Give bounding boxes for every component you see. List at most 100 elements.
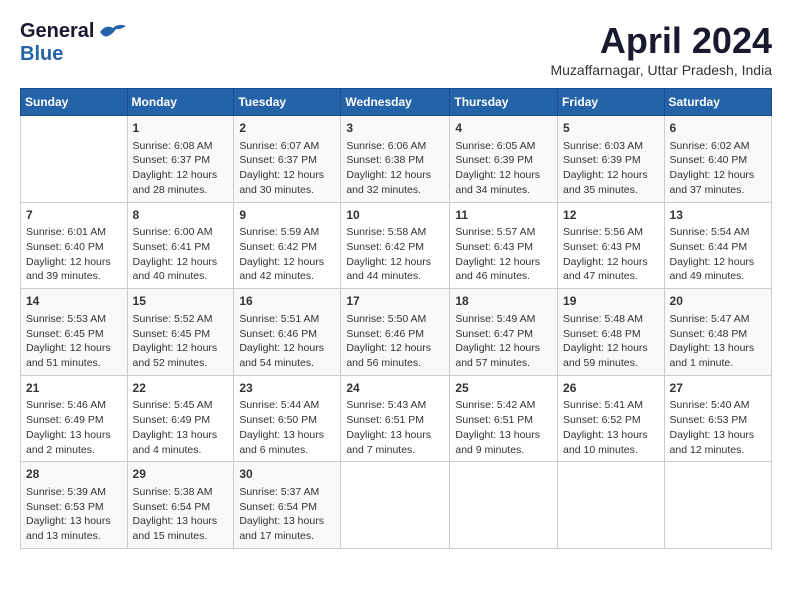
sunrise-text: Sunrise: 6:02 AM bbox=[670, 139, 766, 154]
sunset-text: Sunset: 6:46 PM bbox=[239, 327, 335, 342]
day-number: 24 bbox=[346, 380, 444, 397]
sunrise-text: Sunrise: 5:58 AM bbox=[346, 225, 444, 240]
calendar-cell bbox=[341, 462, 450, 549]
sunset-text: Sunset: 6:45 PM bbox=[133, 327, 229, 342]
weekday-header-saturday: Saturday bbox=[664, 89, 771, 116]
sunset-text: Sunset: 6:51 PM bbox=[346, 413, 444, 428]
daylight-text: Daylight: 12 hours and 47 minutes. bbox=[563, 255, 659, 284]
sunrise-text: Sunrise: 5:52 AM bbox=[133, 312, 229, 327]
sunset-text: Sunset: 6:48 PM bbox=[670, 327, 766, 342]
sunset-text: Sunset: 6:49 PM bbox=[26, 413, 122, 428]
sunrise-text: Sunrise: 5:57 AM bbox=[455, 225, 552, 240]
day-number: 3 bbox=[346, 120, 444, 137]
sunrise-text: Sunrise: 5:39 AM bbox=[26, 485, 122, 500]
sunset-text: Sunset: 6:37 PM bbox=[239, 153, 335, 168]
daylight-text: Daylight: 13 hours and 17 minutes. bbox=[239, 514, 335, 543]
calendar-cell: 4Sunrise: 6:05 AMSunset: 6:39 PMDaylight… bbox=[450, 116, 558, 203]
day-number: 18 bbox=[455, 293, 552, 310]
daylight-text: Daylight: 13 hours and 10 minutes. bbox=[563, 428, 659, 457]
logo: General Blue bbox=[20, 20, 128, 66]
sunset-text: Sunset: 6:54 PM bbox=[239, 500, 335, 515]
location-title: Muzaffarnagar, Uttar Pradesh, India bbox=[550, 62, 772, 78]
sunset-text: Sunset: 6:41 PM bbox=[133, 240, 229, 255]
sunrise-text: Sunrise: 5:51 AM bbox=[239, 312, 335, 327]
calendar-cell bbox=[558, 462, 665, 549]
day-number: 26 bbox=[563, 380, 659, 397]
sunset-text: Sunset: 6:48 PM bbox=[563, 327, 659, 342]
daylight-text: Daylight: 12 hours and 42 minutes. bbox=[239, 255, 335, 284]
sunset-text: Sunset: 6:43 PM bbox=[563, 240, 659, 255]
sunset-text: Sunset: 6:40 PM bbox=[26, 240, 122, 255]
day-number: 14 bbox=[26, 293, 122, 310]
sunrise-text: Sunrise: 5:49 AM bbox=[455, 312, 552, 327]
day-number: 23 bbox=[239, 380, 335, 397]
sunrise-text: Sunrise: 5:41 AM bbox=[563, 398, 659, 413]
daylight-text: Daylight: 12 hours and 46 minutes. bbox=[455, 255, 552, 284]
sunset-text: Sunset: 6:49 PM bbox=[133, 413, 229, 428]
daylight-text: Daylight: 12 hours and 59 minutes. bbox=[563, 341, 659, 370]
day-number: 22 bbox=[133, 380, 229, 397]
daylight-text: Daylight: 12 hours and 32 minutes. bbox=[346, 168, 444, 197]
calendar-cell: 16 Sunrise: 5:51 AMSunset: 6:46 PMDayligh… bbox=[234, 289, 341, 376]
weekday-header-tuesday: Tuesday bbox=[234, 89, 341, 116]
calendar-cell: 18Sunrise: 5:49 AMSunset: 6:47 PMDayligh… bbox=[450, 289, 558, 376]
day-number: 16 bbox=[239, 293, 335, 310]
sunset-text: Sunset: 6:53 PM bbox=[26, 500, 122, 515]
day-number: 21 bbox=[26, 380, 122, 397]
calendar-cell: 11Sunrise: 5:57 AMSunset: 6:43 PMDayligh… bbox=[450, 202, 558, 289]
daylight-text: Daylight: 12 hours and 30 minutes. bbox=[239, 168, 335, 197]
calendar-cell: 2Sunrise: 6:07 AMSunset: 6:37 PMDaylight… bbox=[234, 116, 341, 203]
week-row-1: 7Sunrise: 6:01 AMSunset: 6:40 PMDaylight… bbox=[21, 202, 772, 289]
day-number: 11 bbox=[455, 207, 552, 224]
sunrise-text: Sunrise: 6:08 AM bbox=[133, 139, 229, 154]
calendar-cell: 23Sunrise: 5:44 AMSunset: 6:50 PMDayligh… bbox=[234, 375, 341, 462]
calendar-cell: 13Sunrise: 5:54 AMSunset: 6:44 PMDayligh… bbox=[664, 202, 771, 289]
sunrise-text: Sunrise: 6:07 AM bbox=[239, 139, 335, 154]
calendar-cell bbox=[21, 116, 128, 203]
logo-blue-text: Blue bbox=[20, 43, 63, 65]
calendar-cell: 15Sunrise: 5:52 AMSunset: 6:45 PMDayligh… bbox=[127, 289, 234, 376]
day-number: 5 bbox=[563, 120, 659, 137]
calendar-cell: 10Sunrise: 5:58 AMSunset: 6:42 PMDayligh… bbox=[341, 202, 450, 289]
week-row-4: 28Sunrise: 5:39 AMSunset: 6:53 PMDayligh… bbox=[21, 462, 772, 549]
week-row-2: 14Sunrise: 5:53 AMSunset: 6:45 PMDayligh… bbox=[21, 289, 772, 376]
day-number: 27 bbox=[670, 380, 766, 397]
sunset-text: Sunset: 6:45 PM bbox=[26, 327, 122, 342]
calendar-cell: 5Sunrise: 6:03 AMSunset: 6:39 PMDaylight… bbox=[558, 116, 665, 203]
sunrise-text: Sunrise: 5:56 AM bbox=[563, 225, 659, 240]
daylight-text: Daylight: 12 hours and 34 minutes. bbox=[455, 168, 552, 197]
calendar-cell: 27Sunrise: 5:40 AMSunset: 6:53 PMDayligh… bbox=[664, 375, 771, 462]
sunset-text: Sunset: 6:42 PM bbox=[346, 240, 444, 255]
day-number: 12 bbox=[563, 207, 659, 224]
calendar-cell: 14Sunrise: 5:53 AMSunset: 6:45 PMDayligh… bbox=[21, 289, 128, 376]
week-row-0: 1Sunrise: 6:08 AMSunset: 6:37 PMDaylight… bbox=[21, 116, 772, 203]
calendar-cell: 19Sunrise: 5:48 AMSunset: 6:48 PMDayligh… bbox=[558, 289, 665, 376]
sunset-text: Sunset: 6:44 PM bbox=[670, 240, 766, 255]
day-number: 4 bbox=[455, 120, 552, 137]
sunset-text: Sunset: 6:40 PM bbox=[670, 153, 766, 168]
sunrise-text: Sunrise: 5:44 AM bbox=[239, 398, 335, 413]
calendar-cell: 20Sunrise: 5:47 AMSunset: 6:48 PMDayligh… bbox=[664, 289, 771, 376]
weekday-header-friday: Friday bbox=[558, 89, 665, 116]
daylight-text: Daylight: 13 hours and 13 minutes. bbox=[26, 514, 122, 543]
sunrise-text: Sunrise: 6:06 AM bbox=[346, 139, 444, 154]
day-number: 19 bbox=[563, 293, 659, 310]
daylight-text: Daylight: 12 hours and 54 minutes. bbox=[239, 341, 335, 370]
daylight-text: Daylight: 12 hours and 28 minutes. bbox=[133, 168, 229, 197]
daylight-text: Daylight: 13 hours and 1 minute. bbox=[670, 341, 766, 370]
title-area: April 2024 Muzaffarnagar, Uttar Pradesh,… bbox=[550, 20, 772, 78]
sunset-text: Sunset: 6:51 PM bbox=[455, 413, 552, 428]
sunrise-text: Sunrise: 5:45 AM bbox=[133, 398, 229, 413]
day-number: 13 bbox=[670, 207, 766, 224]
calendar-cell: 21Sunrise: 5:46 AMSunset: 6:49 PMDayligh… bbox=[21, 375, 128, 462]
calendar-cell: 7Sunrise: 6:01 AMSunset: 6:40 PMDaylight… bbox=[21, 202, 128, 289]
calendar-cell: 1Sunrise: 6:08 AMSunset: 6:37 PMDaylight… bbox=[127, 116, 234, 203]
daylight-text: Daylight: 13 hours and 12 minutes. bbox=[670, 428, 766, 457]
daylight-text: Daylight: 12 hours and 49 minutes. bbox=[670, 255, 766, 284]
weekday-header-thursday: Thursday bbox=[450, 89, 558, 116]
sunrise-text: Sunrise: 5:50 AM bbox=[346, 312, 444, 327]
calendar-cell: 30Sunrise: 5:37 AMSunset: 6:54 PMDayligh… bbox=[234, 462, 341, 549]
sunrise-text: Sunrise: 6:03 AM bbox=[563, 139, 659, 154]
calendar-cell: 26Sunrise: 5:41 AMSunset: 6:52 PMDayligh… bbox=[558, 375, 665, 462]
sunrise-text: Sunrise: 5:47 AM bbox=[670, 312, 766, 327]
